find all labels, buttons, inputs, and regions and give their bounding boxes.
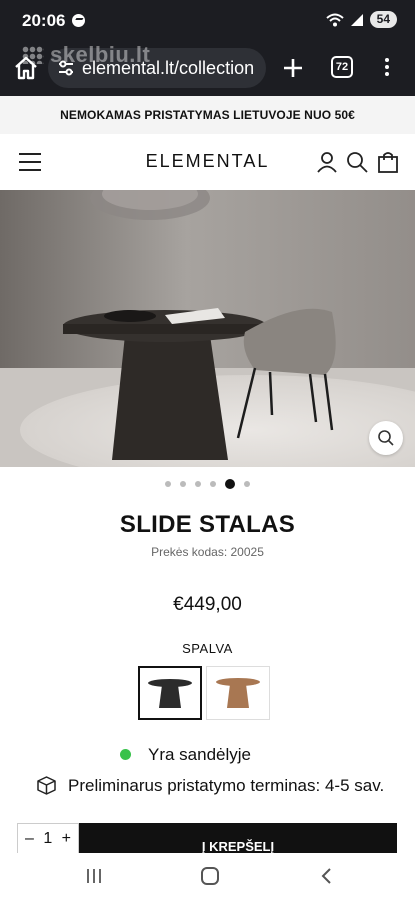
product-code: Prekės kodas: 20025 [151,545,264,559]
add-to-cart-button[interactable]: Į KREPŠELĮ [79,823,397,854]
tabs-icon[interactable]: 72 [331,56,353,78]
status-time: 20:06 [22,11,66,30]
url-text[interactable]: elemental.lt/collection [82,58,262,79]
carousel-dot[interactable] [210,481,216,487]
swatch-dark-image [148,679,192,708]
stock-status: Yra sandėlyje [120,745,252,765]
battery-indicator: 54 [369,11,397,28]
zoom-icon [378,430,394,446]
increase-button[interactable]: + [62,830,71,848]
decrease-button[interactable]: – [25,830,34,848]
kebab-menu-icon[interactable] [382,55,392,81]
shopping-bag-icon[interactable] [377,151,399,173]
stock-text: Yra sandėlyje [148,745,252,764]
wifi-icon [325,13,344,26]
browser-toolbar: elemental.lt/collection skelbiu.lt 72 [0,40,415,96]
messenger-icon [72,14,85,27]
carousel-dot[interactable] [195,481,201,487]
carousel-dot[interactable] [165,481,171,487]
carousel-dot[interactable] [225,479,235,489]
address-bar[interactable]: elemental.lt/collection [48,48,266,88]
zoom-button[interactable] [369,421,403,455]
site-header: ELEMENTAL [0,134,415,190]
swatch-natural-image [216,678,260,708]
delivery-estimate: Preliminarus pristatymo terminas: 4-5 sa… [68,776,385,795]
recents-icon[interactable] [86,868,102,884]
carousel-dot[interactable] [244,481,250,487]
signal-icon [350,13,363,26]
package-icon [37,776,56,795]
site-settings-icon[interactable] [57,60,75,76]
product-title: SLIDE STALAS [119,511,296,538]
carousel-dot[interactable] [180,481,186,487]
product-photo [0,190,415,467]
plus-icon[interactable] [279,54,307,82]
swatch-dark[interactable] [138,666,202,720]
search-icon[interactable] [346,151,368,173]
in-stock-dot [120,749,131,760]
system-nav-bar [0,853,415,900]
status-indicators: 54 [325,11,397,28]
home-nav-icon[interactable] [201,867,219,885]
promo-banner: NEMOKAMAS PRISTATYMAS LIETUVOJE NUO 50€ [0,96,415,134]
carousel-dots [0,479,415,489]
quantity-stepper[interactable]: – 1 + [17,823,79,853]
back-icon[interactable] [318,867,336,885]
product-image[interactable] [0,190,415,467]
color-label: SPALVA [182,641,233,656]
status-bar: 20:06 54 [0,0,415,40]
quantity-value[interactable]: 1 [43,830,52,848]
home-icon[interactable] [13,55,39,81]
user-icon[interactable] [316,151,338,173]
swatch-natural[interactable] [206,666,270,720]
product-price: €449,00 [173,594,242,615]
